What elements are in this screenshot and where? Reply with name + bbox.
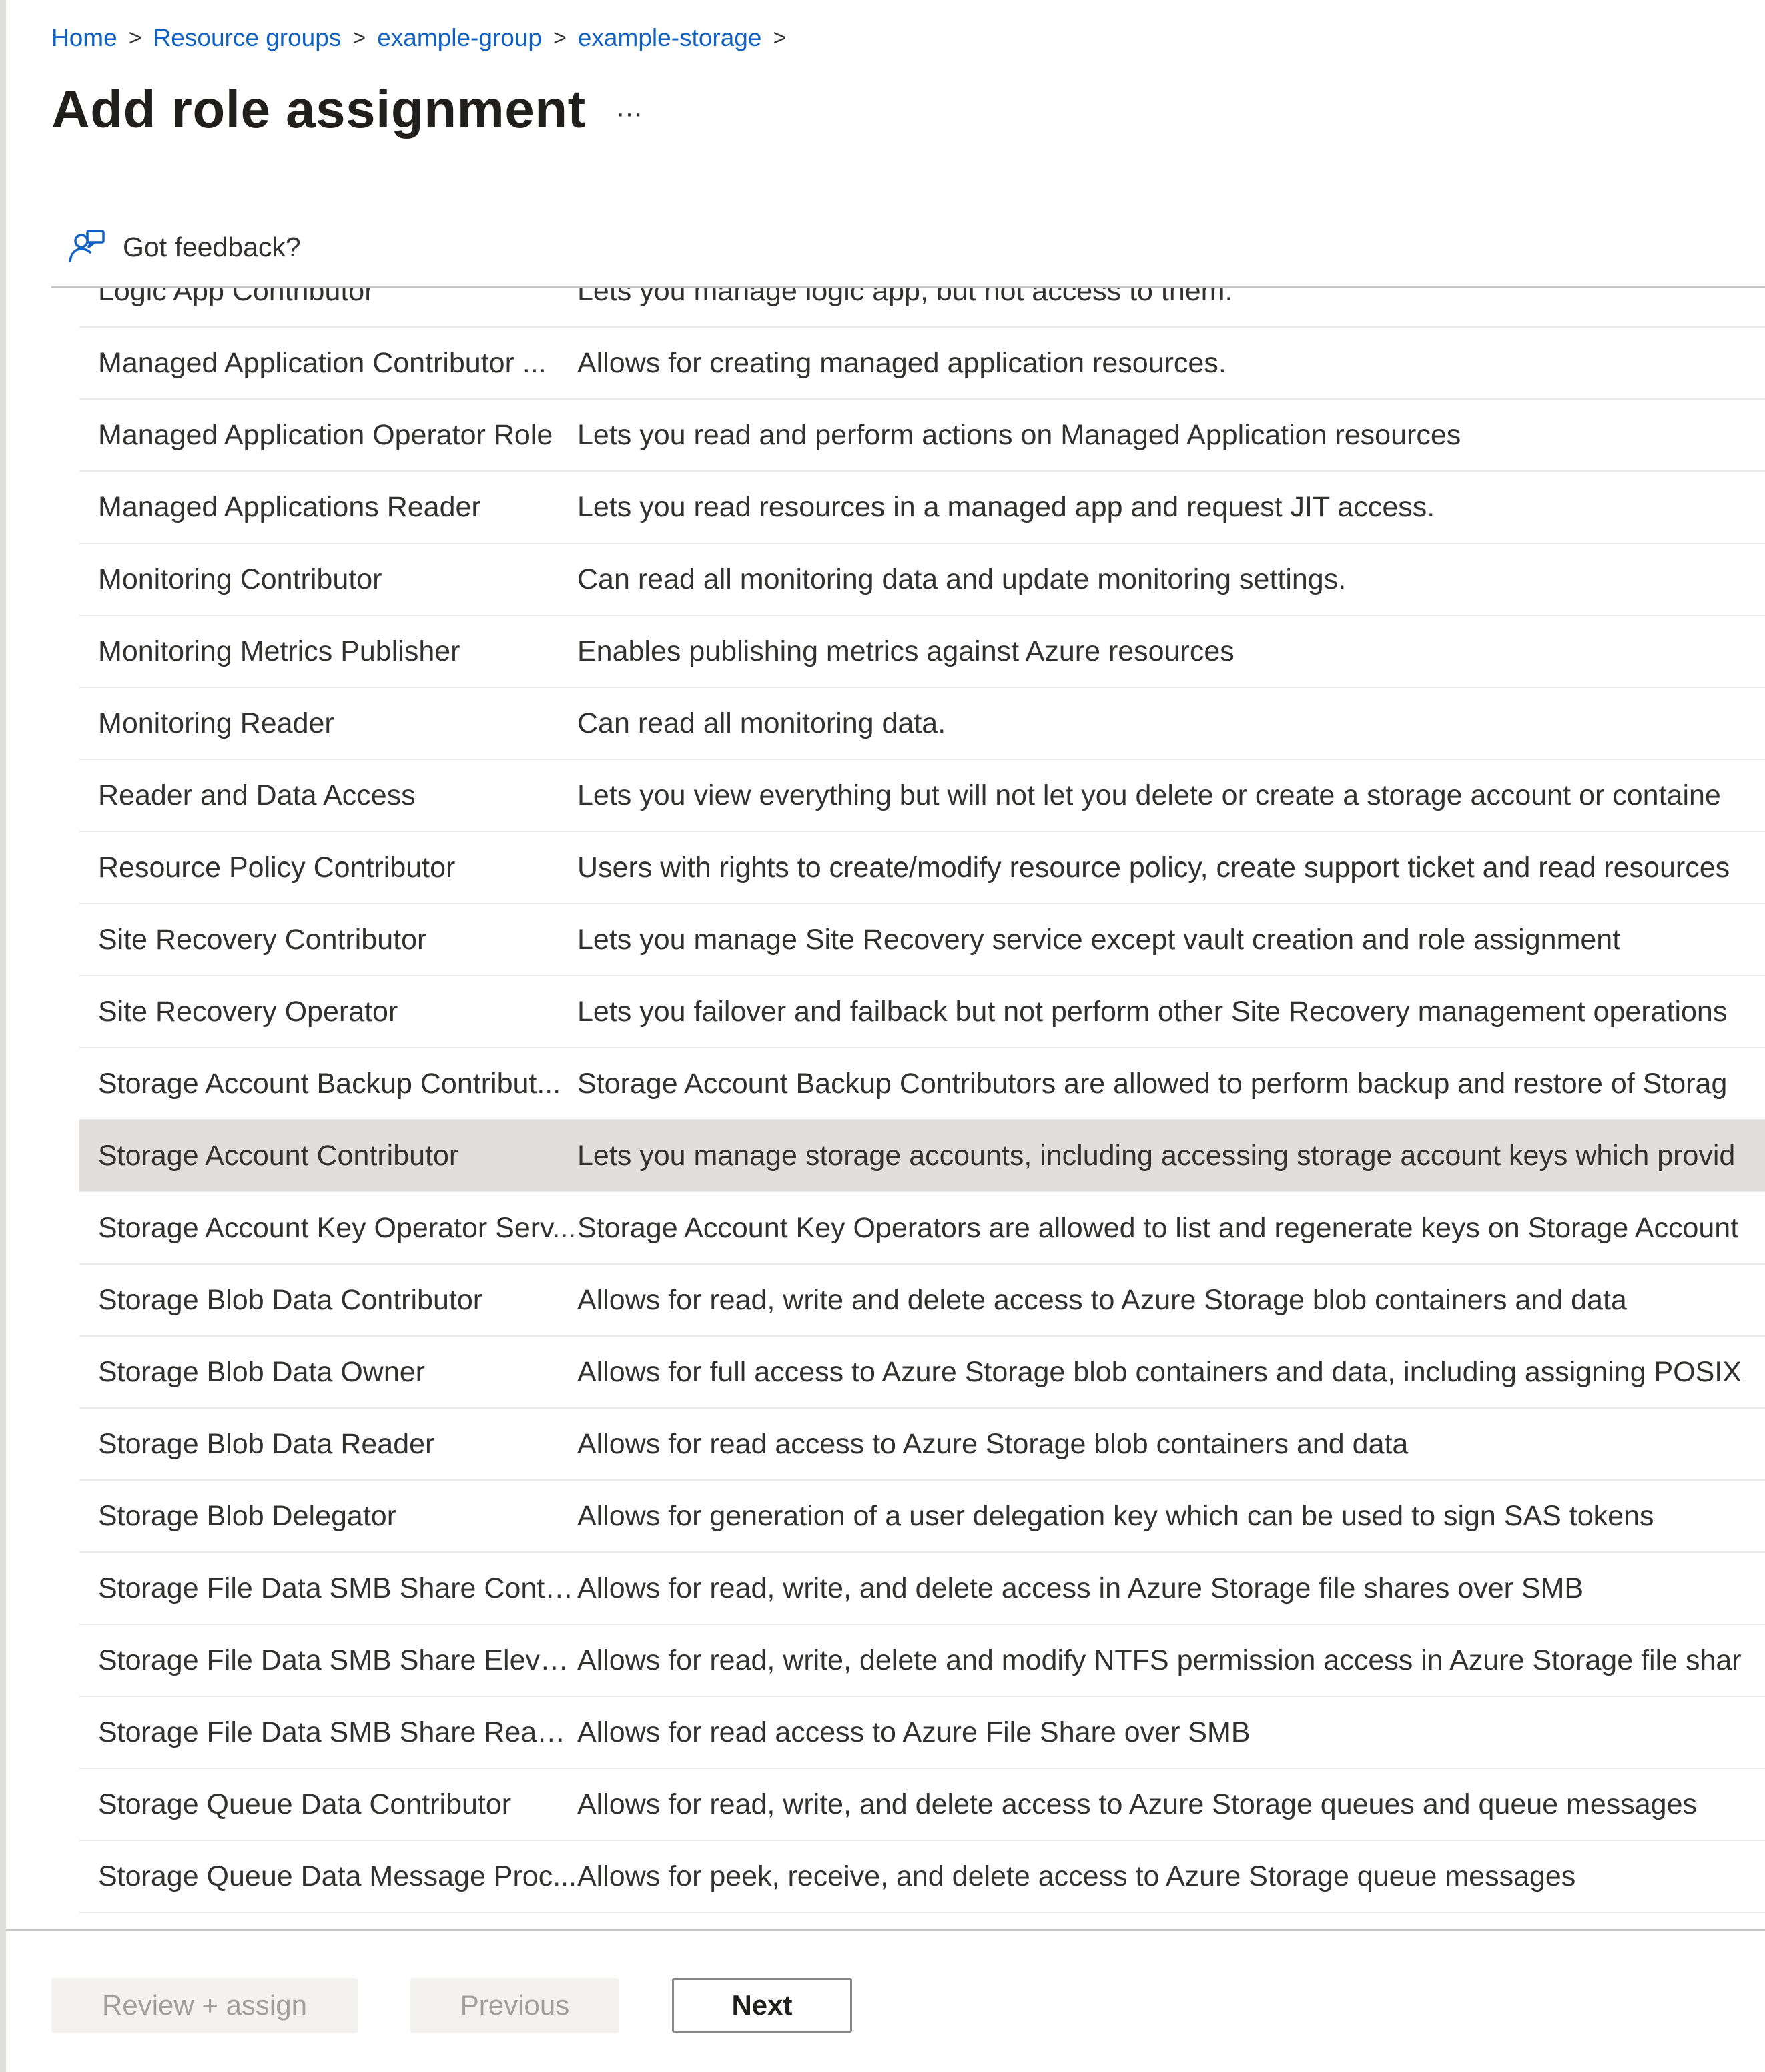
role-name: Monitoring Reader [98, 707, 334, 739]
role-row[interactable]: Managed Application Operator Role Lets yo… [79, 400, 1765, 472]
role-name: Storage Account Contributor [98, 1139, 459, 1172]
feedback-label: Got feedback? [123, 231, 301, 262]
role-description: Lets you read resources in a managed app… [577, 490, 1435, 523]
role-row[interactable]: Managed Application Contributor ... Allow… [79, 328, 1765, 400]
role-description: Lets you view everything but will not le… [577, 779, 1721, 811]
role-name: Storage File Data SMB Share Reader [98, 1716, 577, 1748]
role-name: Resource Policy Contributor [98, 851, 456, 884]
role-name: Storage Blob Data Contributor [98, 1283, 483, 1316]
role-row[interactable]: Storage Account Contributor Lets you mana… [79, 1120, 1765, 1192]
role-name: Storage Queue Data Contributor [98, 1788, 512, 1820]
feedback-person-icon [69, 230, 105, 262]
breadcrumb: Home > Resource groups > example-group >… [51, 21, 797, 55]
role-row[interactable]: Logic App Contributor Lets you manage log… [79, 288, 1765, 328]
role-name: Storage Account Key Operator Serv... [98, 1211, 577, 1244]
role-description: Can read all monitoring data and update … [577, 563, 1347, 595]
role-description: Allows for full access to Azure Storage … [577, 1355, 1742, 1388]
left-panel-edge [0, 0, 6, 2072]
role-description: Allows for read, write and delete access… [577, 1283, 1627, 1316]
role-row[interactable]: Storage File Data SMB Share Contri... All… [79, 1553, 1765, 1625]
breadcrumb-home-link[interactable]: Home [51, 24, 117, 52]
role-name: Storage Blob Delegator [98, 1499, 397, 1532]
role-name: Storage File Data SMB Share Elevat... [98, 1644, 577, 1676]
role-row[interactable]: Storage Blob Data Reader Allows for read … [79, 1409, 1765, 1481]
role-row[interactable]: Storage File Data SMB Share Elevat... All… [79, 1625, 1765, 1697]
role-name: Logic App Contributor [98, 288, 374, 307]
role-row[interactable]: Storage File Data SMB Share Reader Allows… [79, 1697, 1765, 1769]
role-description: Allows for generation of a user delegati… [577, 1499, 1654, 1532]
role-name: Managed Application Operator Role [98, 418, 553, 451]
role-list[interactable]: Logic App Contributor Lets you manage log… [79, 288, 1765, 1914]
previous-button[interactable]: Previous [410, 1978, 619, 2033]
role-row[interactable]: Storage Blob Data Owner Allows for full a… [79, 1337, 1765, 1409]
role-name: Monitoring Contributor [98, 563, 382, 595]
role-description: Allows for read, write, and delete acces… [577, 1788, 1698, 1820]
role-row[interactable]: Storage Account Backup Contribut... Stora… [79, 1048, 1765, 1120]
role-name: Storage Account Backup Contribut... [98, 1067, 561, 1100]
role-name: Site Recovery Operator [98, 995, 398, 1028]
review-assign-button[interactable]: Review + assign [51, 1978, 358, 2033]
role-description: Allows for peek, receive, and delete acc… [577, 1860, 1576, 1892]
breadcrumb-storage-account-link[interactable]: example-storage [578, 24, 762, 52]
role-description: Lets you manage storage accounts, includ… [577, 1139, 1736, 1172]
role-list-body: Logic App Contributor Lets you manage log… [79, 288, 1765, 1913]
role-row[interactable]: Monitoring Contributor Can read all monit… [79, 544, 1765, 616]
role-description: Lets you failover and failback but not p… [577, 995, 1728, 1028]
role-description: Storage Account Backup Contributors are … [577, 1067, 1728, 1100]
role-row[interactable]: Resource Policy Contributor Users with ri… [79, 832, 1765, 904]
footer-divider [6, 1929, 1765, 1931]
role-name: Monitoring Metrics Publisher [98, 635, 460, 667]
breadcrumb-separator: > [553, 25, 567, 51]
role-description: Can read all monitoring data. [577, 707, 946, 739]
breadcrumb-resource-groups-link[interactable]: Resource groups [153, 24, 342, 52]
role-description: Allows for read, write, and delete acces… [577, 1572, 1584, 1604]
role-row[interactable]: Site Recovery Operator Lets you failover … [79, 976, 1765, 1048]
next-button[interactable]: Next [672, 1978, 852, 2033]
role-description: Enables publishing metrics against Azure… [577, 635, 1234, 667]
role-row[interactable]: Monitoring Reader Can read all monitoring… [79, 688, 1765, 760]
role-description: Allows for read access to Azure Storage … [577, 1427, 1409, 1460]
role-name: Storage Blob Data Reader [98, 1427, 435, 1460]
role-name: Storage File Data SMB Share Contri... [98, 1572, 577, 1604]
role-name: Managed Applications Reader [98, 490, 481, 523]
role-row[interactable]: Site Recovery Contributor Lets you manage… [79, 904, 1765, 976]
role-row[interactable]: Monitoring Metrics Publisher Enables publ… [79, 616, 1765, 688]
more-options-button[interactable]: ··· [606, 93, 653, 133]
role-description: Allows for creating managed application … [577, 346, 1226, 379]
role-name: Site Recovery Contributor [98, 923, 427, 956]
role-description: Allows for read, write, delete and modif… [577, 1644, 1742, 1676]
page-title: Add role assignment [51, 79, 586, 139]
role-row[interactable]: Managed Applications Reader Lets you read… [79, 472, 1765, 544]
role-name: Reader and Data Access [98, 779, 416, 811]
role-name: Storage Blob Data Owner [98, 1355, 425, 1388]
role-description: Allows for read access to Azure File Sha… [577, 1716, 1251, 1748]
role-description: Lets you manage Site Recovery service ex… [577, 923, 1621, 956]
role-description: Lets you read and perform actions on Man… [577, 418, 1461, 451]
role-description: Storage Account Key Operators are allowe… [577, 1211, 1739, 1244]
breadcrumb-separator: > [773, 25, 787, 51]
role-row[interactable]: Storage Blob Delegator Allows for generat… [79, 1481, 1765, 1553]
breadcrumb-separator: > [128, 25, 142, 51]
role-row[interactable]: Storage Queue Data Message Proc... Allows… [79, 1841, 1765, 1913]
role-description: Users with rights to create/modify resou… [577, 851, 1730, 884]
breadcrumb-separator: > [352, 25, 366, 51]
role-row[interactable]: Storage Blob Data Contributor Allows for … [79, 1265, 1765, 1337]
role-name: Storage Queue Data Message Proc... [98, 1860, 577, 1892]
role-name: Managed Application Contributor ... [98, 346, 547, 379]
feedback-button[interactable]: Got feedback? [67, 223, 301, 271]
role-row[interactable]: Storage Queue Data Contributor Allows for… [79, 1769, 1765, 1841]
role-row[interactable]: Reader and Data Access Lets you view ever… [79, 760, 1765, 832]
role-description: Lets you manage logic app, but not acces… [577, 288, 1233, 307]
role-row[interactable]: Storage Account Key Operator Serv... Stor… [79, 1192, 1765, 1265]
breadcrumb-resource-group-link[interactable]: example-group [377, 24, 542, 52]
